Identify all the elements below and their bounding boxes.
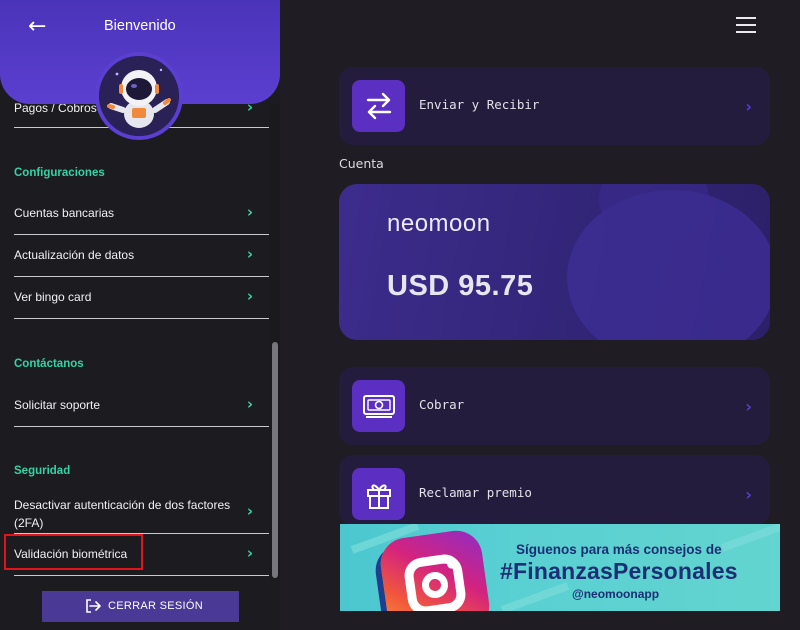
section-title-contact: Contáctanos [14, 358, 84, 370]
brand-logo: neomoon [387, 210, 491, 237]
sidebar-item-support[interactable]: Solicitar soporte › [14, 384, 269, 427]
sidebar-item-bingo-card[interactable]: Ver bingo card › [14, 277, 269, 319]
sidebar-item-label: Desactivar autenticación de dos factores… [14, 498, 231, 530]
sidebar-title: Bienvenido [104, 18, 176, 34]
swap-arrows-icon [352, 80, 405, 132]
chevron-right-icon: › [246, 544, 253, 562]
collect-card[interactable]: Cobrar › [339, 367, 770, 445]
sidebar-item-bank-accounts[interactable]: Cuentas bancarias › [14, 192, 269, 235]
gift-icon [352, 468, 405, 520]
chevron-right-icon: › [246, 502, 253, 520]
sidebar-item-update-data[interactable]: Actualización de datos › [14, 235, 269, 277]
sidebar-item-label: Cuentas bancarias [14, 206, 115, 220]
sidebar-item-label: Ver bingo card [14, 290, 92, 304]
chevron-right-icon: › [745, 397, 752, 416]
logout-button[interactable]: CERRAR SESIÓN [42, 591, 239, 622]
banner-handle: @neomoonapp [572, 587, 660, 601]
banner-line1: Síguenos para más consejos de [516, 542, 722, 557]
chevron-right-icon: › [246, 287, 253, 305]
banner-hashtag: #FinanzasPersonales [500, 558, 738, 584]
arrow-left-icon[interactable]: ← [28, 14, 46, 39]
sidebar-scrollbar[interactable] [270, 104, 280, 580]
send-receive-label: Enviar y Recibir [419, 97, 540, 112]
banknote-icon [352, 380, 405, 432]
logout-icon [86, 599, 101, 613]
sidebar: Pagos / Cobros › Configuraciones Cuentas… [0, 0, 280, 630]
section-title-settings: Configuraciones [14, 167, 105, 179]
chevron-right-icon: › [745, 97, 752, 116]
chevron-right-icon: › [745, 485, 752, 504]
avatar[interactable] [95, 52, 183, 140]
instagram-icon [377, 527, 493, 611]
chevron-right-icon: › [246, 395, 253, 413]
send-receive-card[interactable]: Enviar y Recibir › [339, 67, 770, 145]
sidebar-item-label: Solicitar soporte [14, 398, 101, 412]
sidebar-item-disable-2fa[interactable]: Desactivar autenticación de dos factores… [14, 490, 269, 534]
instagram-banner[interactable]: Síguenos para más consejos de #FinanzasP… [340, 524, 780, 611]
sidebar-item-label: Actualización de datos [14, 248, 135, 262]
sidebar-item-biometric[interactable]: Validación biométrica › [14, 534, 269, 576]
collect-label: Cobrar [419, 397, 465, 412]
logout-label: CERRAR SESIÓN [108, 600, 203, 612]
main-content: Enviar y Recibir › Cuenta neomoon USD 95… [280, 0, 800, 630]
chevron-right-icon: › [246, 203, 253, 221]
claim-prize-label: Reclamar premio [419, 485, 532, 500]
chevron-right-icon: › [246, 245, 253, 263]
balance-card: neomoon USD 95.75 [339, 184, 770, 340]
balance-amount: USD 95.75 [387, 270, 534, 302]
section-title-security: Seguridad [14, 465, 71, 477]
account-section-title: Cuenta [339, 156, 384, 171]
claim-prize-card[interactable]: Reclamar premio › [339, 455, 770, 525]
scrollbar-thumb[interactable] [272, 342, 278, 578]
hamburger-menu-icon[interactable] [736, 16, 756, 34]
sidebar-item-label: Validación biométrica [14, 547, 128, 561]
